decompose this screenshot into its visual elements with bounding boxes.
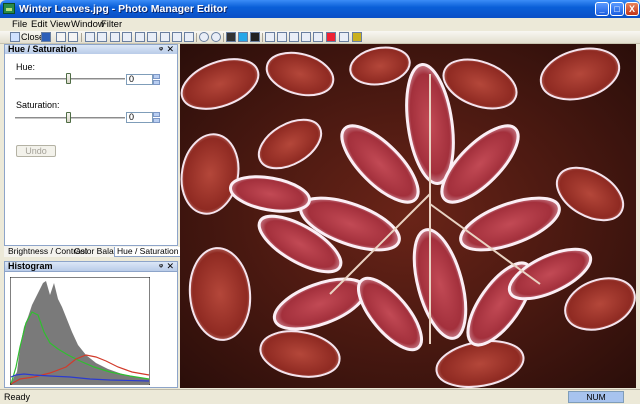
- hue-label: Hue:: [16, 62, 36, 72]
- crop-icon[interactable]: [85, 32, 95, 42]
- toolbar: Close: [0, 31, 640, 44]
- redo-icon[interactable]: [68, 32, 78, 42]
- brightness-icon[interactable]: [147, 32, 157, 42]
- minimize-button[interactable]: _: [595, 2, 609, 16]
- contrast-icon[interactable]: [160, 32, 170, 42]
- num-lock-indicator: NUM: [568, 391, 624, 403]
- hue-spinner[interactable]: [153, 74, 160, 85]
- title-bar[interactable]: Winter Leaves.jpg - Photo Manager Editor…: [0, 0, 640, 18]
- close-window-button[interactable]: X: [625, 2, 639, 16]
- histogram-pin-icon[interactable]: ᵠ: [159, 262, 163, 271]
- tab-hue-saturation[interactable]: Hue / Saturation: [114, 247, 182, 257]
- menu-filter[interactable]: Filter: [101, 19, 122, 30]
- redeye-icon[interactable]: [135, 32, 145, 42]
- saturation-label: Saturation:: [16, 100, 60, 110]
- histogram-title: Histogram: [8, 261, 53, 271]
- histogram-chart: [10, 277, 150, 385]
- menu-window[interactable]: Window: [71, 19, 105, 30]
- status-bar: Ready NUM: [0, 389, 640, 404]
- filter-1-icon[interactable]: [265, 32, 275, 42]
- app-icon[interactable]: [3, 3, 15, 14]
- image-canvas[interactable]: [180, 44, 636, 388]
- zoom-in-icon[interactable]: [199, 32, 209, 42]
- close-panel-icon[interactable]: ✕: [166, 45, 174, 54]
- zoom-out-icon[interactable]: [211, 32, 221, 42]
- tab-strip: Brightness / Contrast Color Balance Hue …: [4, 245, 182, 257]
- panel-title: Hue / Saturation: [8, 44, 78, 54]
- pin-icon[interactable]: ᵠ: [159, 45, 163, 54]
- rotate-icon[interactable]: [97, 32, 107, 42]
- menu-edit[interactable]: Edit: [31, 19, 47, 30]
- close-doc-icon[interactable]: [10, 32, 20, 42]
- photo-winter-leaves: [180, 44, 636, 388]
- hue-input[interactable]: 0: [126, 74, 153, 85]
- red-filter-icon[interactable]: [326, 32, 336, 42]
- hue-saturation-panel: Hue: 0 Saturation: 0 Undo: [4, 54, 178, 245]
- color-icon[interactable]: [238, 32, 248, 42]
- undo-button[interactable]: Undo: [16, 145, 56, 157]
- filter-5-icon[interactable]: [313, 32, 323, 42]
- filter-2-icon[interactable]: [277, 32, 287, 42]
- color-balance-icon[interactable]: [172, 32, 182, 42]
- histogram-panel: [4, 272, 178, 388]
- grayscale-icon[interactable]: [226, 32, 236, 42]
- histogram-header[interactable]: Histogram ᵠ ✕: [4, 261, 178, 272]
- window-title: Winter Leaves.jpg - Photo Manager Editor: [19, 3, 228, 15]
- save-icon[interactable]: [41, 32, 51, 42]
- saturation-spinner[interactable]: [153, 112, 160, 123]
- saturation-slider-thumb[interactable]: [66, 112, 71, 123]
- invert-icon[interactable]: [250, 32, 260, 42]
- status-text: Ready: [4, 392, 31, 402]
- filter-4-icon[interactable]: [301, 32, 311, 42]
- resize-icon[interactable]: [122, 32, 132, 42]
- menu-bar: File Edit View Window Filter: [0, 18, 640, 31]
- hue-icon[interactable]: [184, 32, 194, 42]
- hue-slider-thumb[interactable]: [66, 73, 71, 84]
- menu-view[interactable]: View: [50, 19, 70, 30]
- flip-icon[interactable]: [110, 32, 120, 42]
- menu-file[interactable]: File: [12, 19, 27, 30]
- saturation-input[interactable]: 0: [126, 112, 153, 123]
- effect-icon[interactable]: [352, 32, 362, 42]
- sharpen-icon[interactable]: [339, 32, 349, 42]
- histogram-close-icon[interactable]: ✕: [166, 262, 174, 271]
- filter-3-icon[interactable]: [289, 32, 299, 42]
- maximize-button[interactable]: □: [610, 2, 624, 16]
- undo-icon[interactable]: [56, 32, 66, 42]
